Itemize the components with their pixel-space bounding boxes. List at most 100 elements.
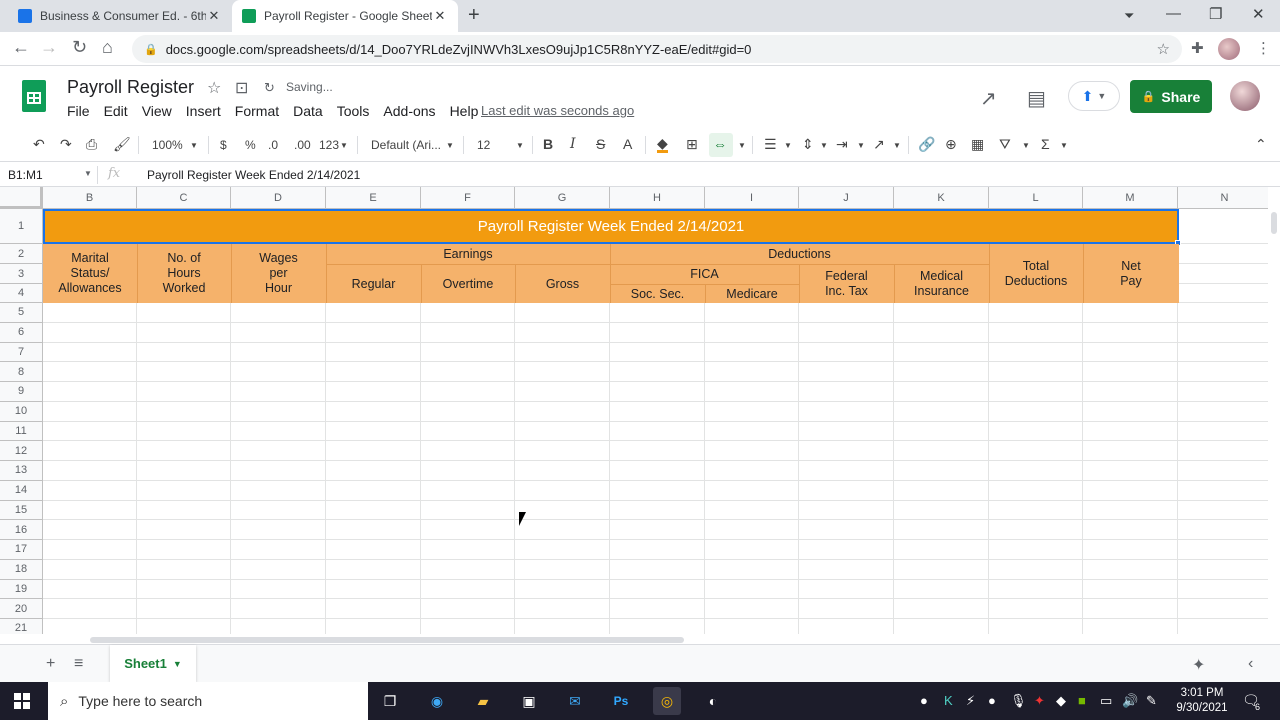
row-header-20[interactable]: 20 [0, 599, 43, 619]
explore-icon[interactable]: ✦ [1192, 655, 1205, 675]
row-header-5[interactable]: 5 [0, 303, 43, 323]
reload-icon[interactable]: ↻ [72, 37, 87, 58]
column-header-n[interactable]: N [1178, 187, 1268, 209]
font-size-select[interactable]: 12 [477, 138, 490, 152]
nvidia-icon[interactable]: ■ [1078, 693, 1086, 708]
header-net-pay[interactable]: Net Pay [1083, 244, 1179, 303]
close-tab-icon[interactable]: ✕ [206, 8, 222, 24]
row-header-10[interactable]: 10 [0, 401, 43, 422]
menu-help[interactable]: Help [450, 103, 479, 119]
redo-icon[interactable]: ↷ [60, 136, 72, 153]
row-header-12[interactable]: 12 [0, 441, 43, 461]
obs-icon[interactable]: ◐ [699, 687, 727, 715]
row-header-18[interactable]: 18 [0, 559, 43, 580]
column-header-m[interactable]: M [1083, 187, 1178, 209]
row-header-11[interactable]: 11 [0, 421, 43, 442]
browser-tab-payroll[interactable]: Payroll Register - Google Sheets ✕ [232, 0, 458, 32]
row-header-14[interactable]: 14 [0, 480, 43, 501]
menu-tools[interactable]: Tools [337, 103, 370, 119]
side-panel-toggle-icon[interactable]: ‹ [1248, 655, 1253, 673]
fill-color-icon[interactable]: ◆ [657, 136, 668, 153]
paint-format-icon[interactable]: 🖌 [113, 136, 131, 153]
volume-icon[interactable]: 🔊 [1122, 693, 1138, 709]
extensions-icon[interactable]: ✚ [1191, 39, 1204, 57]
strikethrough-button[interactable]: S [596, 136, 605, 152]
more-formats-button[interactable]: 123 [319, 138, 339, 152]
functions-icon[interactable]: Σ [1041, 136, 1050, 152]
header-wages-per-hour[interactable]: Wages per Hour [231, 244, 326, 303]
column-header-g[interactable]: G [515, 187, 610, 209]
bold-button[interactable]: B [543, 136, 553, 152]
sheets-logo-icon[interactable] [22, 80, 46, 112]
row-header-17[interactable]: 17 [0, 540, 43, 560]
pen-icon[interactable]: ✎ [1146, 693, 1157, 709]
row-header-3[interactable]: 3 [0, 264, 43, 284]
select-all-corner[interactable] [0, 187, 43, 209]
row-header-4[interactable]: 4 [0, 284, 43, 303]
file-explorer-icon[interactable]: ▰ [469, 687, 497, 715]
header-soc-sec[interactable]: Soc. Sec. [610, 285, 705, 303]
row-header-19[interactable]: 19 [0, 579, 43, 600]
row-header-13[interactable]: 13 [0, 461, 43, 481]
header-federal-tax[interactable]: Federal Inc. Tax [799, 265, 894, 303]
vertical-align-icon[interactable]: ⇕ [802, 136, 814, 153]
spreadsheet-grid[interactable]: Payroll Register Week Ended 2/14/2021 Ma… [0, 187, 1268, 634]
header-gross[interactable]: Gross [515, 265, 610, 303]
network-icon[interactable]: ▭ [1100, 693, 1112, 709]
row-header-6[interactable]: 6 [0, 322, 43, 343]
column-header-h[interactable]: H [610, 187, 705, 209]
mail-icon[interactable]: ✉ [561, 687, 589, 715]
italic-button[interactable]: I [570, 136, 576, 152]
currency-format-button[interactable]: $ [220, 138, 227, 152]
row-header-9[interactable]: 9 [0, 382, 43, 402]
url-bar[interactable]: 🔒 docs.google.com/spreadsheets/d/14_Doo7… [132, 35, 1182, 63]
taskbar-clock[interactable]: 3:01 PM 9/30/2021 [1172, 686, 1232, 716]
window-close-icon[interactable]: ✕ [1252, 5, 1265, 23]
windows-start-icon[interactable] [14, 693, 30, 709]
column-header-j[interactable]: J [799, 187, 894, 209]
column-header-c[interactable]: C [137, 187, 231, 209]
row-header-7[interactable]: 7 [0, 342, 43, 363]
account-avatar[interactable] [1230, 81, 1260, 111]
star-icon[interactable]: ☆ [207, 78, 221, 98]
forward-icon[interactable]: → [40, 37, 58, 58]
column-header-b[interactable]: B [43, 187, 137, 209]
borders-icon[interactable]: ⊞ [686, 136, 698, 153]
new-tab-icon[interactable]: + [468, 4, 480, 27]
row-header-15[interactable]: 15 [0, 500, 43, 521]
last-edit-link[interactable]: Last edit was seconds ago [481, 103, 634, 118]
header-marital-status[interactable]: Marital Status/ Allowances [43, 244, 137, 303]
undo-icon[interactable]: ↶ [33, 136, 45, 153]
taskbar-search[interactable]: ⌕ Type here to search [48, 682, 368, 720]
header-earnings[interactable]: Earnings [326, 244, 610, 264]
home-icon[interactable]: ⌂ [102, 37, 113, 58]
comments-icon[interactable]: ▤ [1027, 86, 1046, 111]
all-sheets-icon[interactable]: ≡ [74, 655, 83, 673]
insert-comment-icon[interactable]: ⊕ [945, 136, 957, 153]
text-color-button[interactable]: A [623, 136, 632, 152]
document-title[interactable]: Payroll Register [67, 77, 194, 98]
close-tab-icon[interactable]: ✕ [432, 8, 448, 24]
tray-app-icon[interactable]: ⚡ [966, 693, 975, 709]
bookmark-star-icon[interactable]: ☆ [1157, 40, 1170, 58]
task-view-icon[interactable]: ❐ [376, 687, 404, 715]
share-button[interactable]: 🔒 Share [1130, 80, 1212, 113]
menu-view[interactable]: View [142, 103, 172, 119]
browser-profile-avatar[interactable] [1218, 38, 1240, 60]
menu-insert[interactable]: Insert [186, 103, 221, 119]
tray-app-icon[interactable]: ✦ [1034, 693, 1045, 709]
maximize-icon[interactable]: ❐ [1209, 5, 1222, 23]
sheet-tab-sheet1[interactable]: Sheet1 ▼ [110, 645, 196, 682]
tray-app-icon[interactable]: ● [920, 693, 928, 708]
microphone-icon[interactable]: 🎙 [1010, 693, 1027, 709]
photoshop-icon[interactable]: Ps [607, 687, 635, 715]
title-merged-cell[interactable]: Payroll Register Week Ended 2/14/2021 [43, 209, 1179, 244]
move-folder-icon[interactable]: ⊡ [235, 78, 248, 98]
column-header-l[interactable]: L [989, 187, 1083, 209]
text-rotation-icon[interactable]: ↗ [873, 136, 885, 153]
tray-app-icon[interactable]: ◆ [1056, 693, 1066, 709]
merge-cells-icon[interactable]: ⇔ [713, 136, 727, 152]
zoom-select[interactable]: 100% [152, 138, 183, 152]
header-fica[interactable]: FICA [610, 265, 799, 284]
print-icon[interactable]: ⎙ [86, 136, 97, 153]
